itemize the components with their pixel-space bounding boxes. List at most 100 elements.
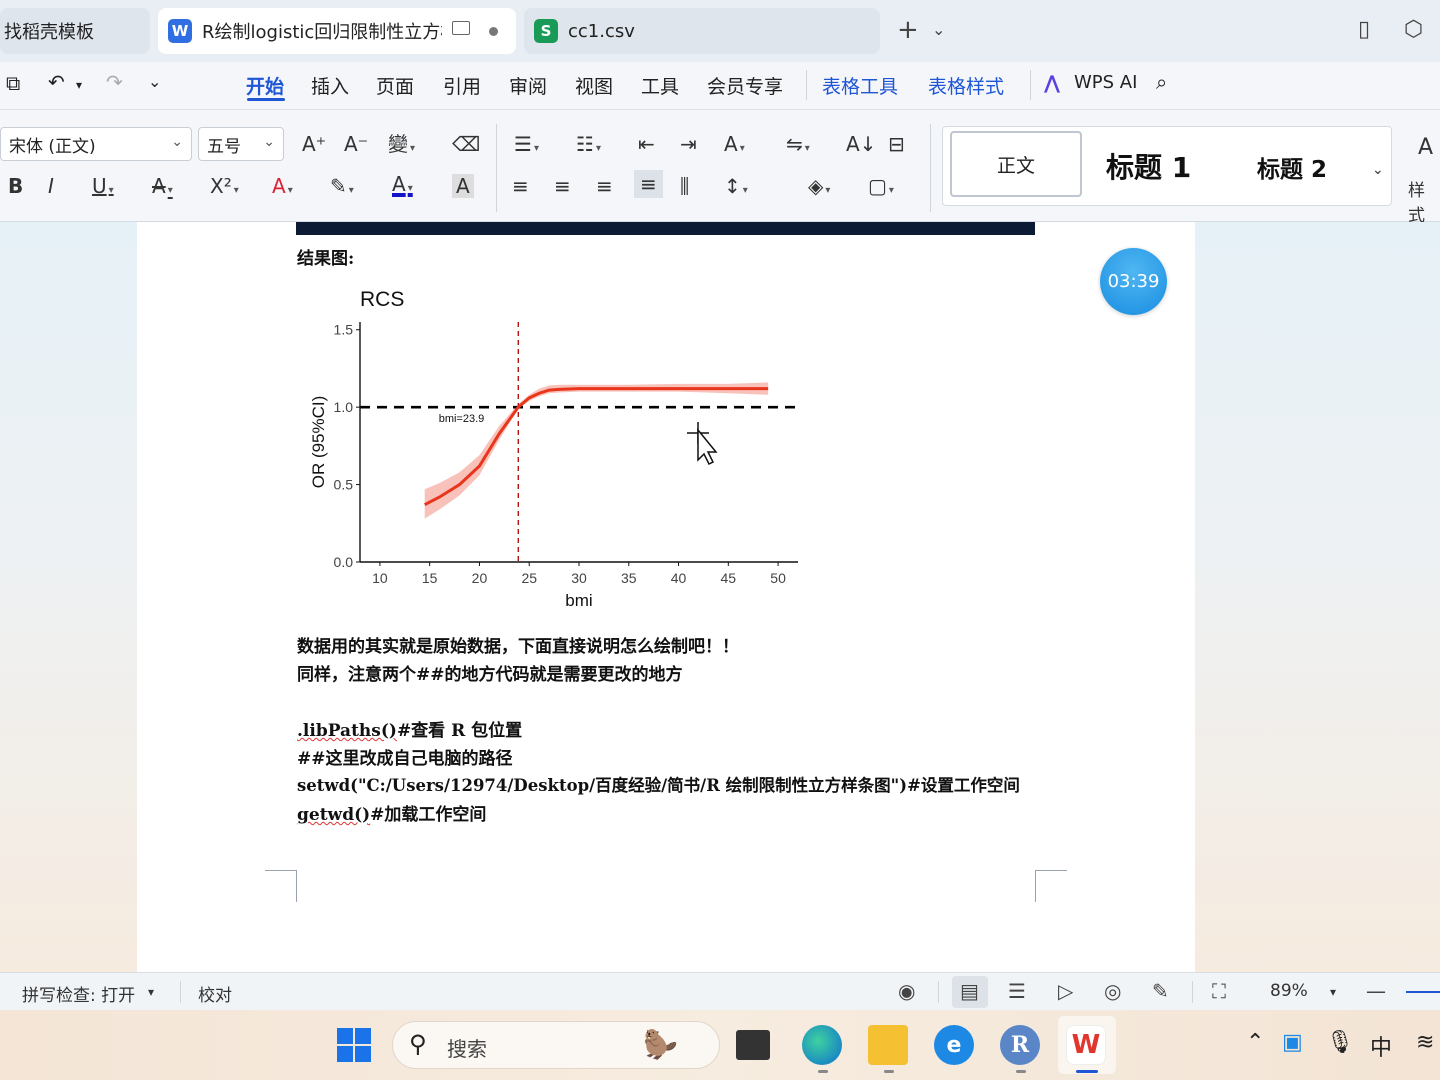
- justify-icon[interactable]: ≡: [634, 170, 663, 198]
- chevron-down-icon[interactable]: ▾: [1330, 985, 1336, 999]
- show-marks-icon[interactable]: ⊟: [888, 132, 905, 156]
- grow-font-icon[interactable]: A⁺: [302, 132, 326, 156]
- menu-references[interactable]: 引用: [443, 72, 481, 99]
- distribute-icon[interactable]: ⫼: [680, 174, 689, 198]
- menu-wps-ai[interactable]: WPS AI: [1074, 72, 1137, 93]
- ie-browser-icon[interactable]: e: [934, 1025, 974, 1065]
- divider: [1030, 70, 1031, 100]
- file-explorer-icon[interactable]: [868, 1025, 908, 1065]
- wps-office-icon[interactable]: W: [1066, 1025, 1106, 1065]
- tab-document[interactable]: W R绘制logistic回归限制性立方样条图: [158, 8, 516, 54]
- align-center-icon[interactable]: ≡: [554, 174, 571, 198]
- page-view-icon[interactable]: ▤: [960, 979, 979, 1003]
- align-left-icon[interactable]: ≡: [512, 174, 529, 198]
- decrease-indent-icon[interactable]: ⇤: [638, 132, 655, 156]
- cube-icon[interactable]: ⬡: [1404, 16, 1423, 44]
- unsaved-dot-icon[interactable]: [489, 27, 498, 36]
- paragraph-shading-icon[interactable]: ◈ ▾: [808, 174, 830, 203]
- phonetic-guide-icon[interactable]: 變 ▾: [388, 132, 415, 161]
- char-shading-icon[interactable]: A: [452, 174, 474, 198]
- task-view-icon[interactable]: [736, 1030, 770, 1060]
- sort-switch-icon[interactable]: ⇋ ▾: [786, 132, 810, 161]
- increase-indent-icon[interactable]: ⇥: [680, 132, 697, 156]
- wps-ai-logo-icon[interactable]: ⋀: [1044, 72, 1060, 94]
- edge-browser-icon[interactable]: [802, 1025, 842, 1065]
- line-spacing-icon[interactable]: ↕ ▾: [724, 174, 748, 203]
- web-view-icon[interactable]: ◎: [1104, 979, 1121, 1003]
- eraser-icon[interactable]: ⌫: [452, 132, 480, 156]
- tray-app-icon[interactable]: ▣: [1282, 1030, 1303, 1055]
- font-color-icon[interactable]: A ▾: [392, 172, 413, 201]
- rcs-chart[interactable]: RCS 0.00.51.01.5 10 15 20 25 30 35 40 45 50 bmi …: [296, 282, 806, 612]
- menu-insert[interactable]: 插入: [311, 72, 349, 99]
- text-effect-icon[interactable]: A ▾: [272, 174, 293, 203]
- shrink-font-icon[interactable]: A⁻: [344, 132, 368, 156]
- outline-view-icon[interactable]: ☰: [1008, 979, 1026, 1003]
- bullet-list-icon[interactable]: ☰ ▾: [514, 132, 539, 161]
- menu-view[interactable]: 视图: [575, 72, 613, 99]
- menu-member[interactable]: 会员专享: [707, 72, 783, 99]
- style-pane-icon[interactable]: A: [1418, 136, 1433, 160]
- print-preview-icon[interactable]: ⧉: [6, 71, 20, 95]
- x-tick-label: 40: [671, 570, 687, 586]
- menu-table-style[interactable]: 表格样式: [928, 72, 1004, 99]
- zoom-out-icon[interactable]: —: [1366, 979, 1386, 1003]
- new-tab-plus-icon[interactable]: +: [897, 16, 919, 44]
- menu-tools[interactable]: 工具: [641, 72, 679, 99]
- pen-icon[interactable]: ✎: [1152, 979, 1169, 1003]
- redo-icon[interactable]: ↷: [106, 70, 123, 94]
- undo-icon[interactable]: ↶: [48, 70, 65, 94]
- menu-table-tools[interactable]: 表格工具: [822, 72, 898, 99]
- chevron-down-icon[interactable]: ▾: [148, 985, 154, 999]
- align-right-icon[interactable]: ≡: [596, 174, 613, 198]
- spell-check-toggle[interactable]: 拼写检查: 打开: [22, 981, 135, 1006]
- strikethrough-icon[interactable]: A ▾: [152, 174, 173, 203]
- styles-button[interactable]: 样式: [1408, 176, 1440, 226]
- italic-icon[interactable]: I: [48, 174, 54, 198]
- highlight-icon[interactable]: ✎ ▾: [330, 174, 354, 203]
- font-name-select[interactable]: 宋体 (正文) ⌄: [0, 127, 192, 161]
- taskbar-search[interactable]: ⚲ 搜索 🦫: [392, 1021, 720, 1069]
- y-tick-label: 0.5: [334, 477, 354, 493]
- font-size-select[interactable]: 五号 ⌄: [198, 127, 284, 161]
- windows-start-icon[interactable]: [334, 1025, 374, 1065]
- superscript-icon[interactable]: X² ▾: [210, 174, 239, 203]
- monitor-icon[interactable]: [452, 21, 470, 35]
- tab-spreadsheet[interactable]: S cc1.csv: [524, 8, 880, 54]
- chevron-up-icon[interactable]: ⌃: [1246, 1030, 1264, 1055]
- wps-writer-icon: W: [168, 19, 192, 43]
- wifi-icon[interactable]: ≋: [1416, 1030, 1434, 1055]
- menu-home[interactable]: 开始: [246, 72, 284, 99]
- chevron-down-icon[interactable]: ⌄: [148, 72, 161, 91]
- document-canvas[interactable]: 结果图: RCS 0.0 0.5 1.0 1.5 10 15 20 25 30 35 40 45 50…: [0, 222, 1440, 972]
- sort-icon[interactable]: A↓: [846, 132, 876, 156]
- ime-indicator[interactable]: 中: [1370, 1030, 1392, 1062]
- chevron-down-icon[interactable]: ▾: [76, 78, 82, 92]
- proofread-button[interactable]: 校对: [198, 981, 232, 1006]
- style-normal[interactable]: 正文: [950, 131, 1082, 197]
- play-icon[interactable]: ▷: [1058, 979, 1073, 1003]
- bold-icon[interactable]: B: [8, 174, 23, 198]
- text-direction-icon[interactable]: A ▾: [724, 132, 745, 161]
- zoom-slider[interactable]: [1406, 991, 1440, 993]
- style-heading-1[interactable]: 标题 1: [1106, 146, 1191, 186]
- fit-page-icon[interactable]: ⛶: [1212, 979, 1226, 1003]
- chevron-down-icon[interactable]: ⌄: [932, 16, 945, 44]
- microphone-icon[interactable]: 🎙: [1326, 1030, 1354, 1055]
- tab-template-store[interactable]: 找稻壳模板: [0, 8, 150, 54]
- r-app-icon[interactable]: R: [1000, 1025, 1040, 1065]
- chevron-down-icon[interactable]: ⌄: [1372, 158, 1384, 182]
- numbered-list-icon[interactable]: ☷ ▾: [576, 132, 601, 161]
- timer-badge[interactable]: 03:39: [1100, 248, 1167, 315]
- y-axis-label: OR (95%CI): [309, 396, 328, 489]
- underline-icon[interactable]: U ▾: [92, 174, 114, 203]
- border-icon[interactable]: ▢ ▾: [868, 174, 894, 203]
- style-heading-2[interactable]: 标题 2: [1257, 150, 1327, 184]
- panel-icon[interactable]: ▯: [1358, 16, 1370, 44]
- y-tick-label: 0.0: [334, 554, 354, 570]
- menu-review[interactable]: 审阅: [509, 72, 547, 99]
- zoom-level[interactable]: 89%: [1270, 981, 1308, 1001]
- eye-icon[interactable]: ◉: [898, 979, 915, 1003]
- menu-page[interactable]: 页面: [376, 72, 414, 99]
- search-icon[interactable]: ⌕: [1156, 70, 1167, 94]
